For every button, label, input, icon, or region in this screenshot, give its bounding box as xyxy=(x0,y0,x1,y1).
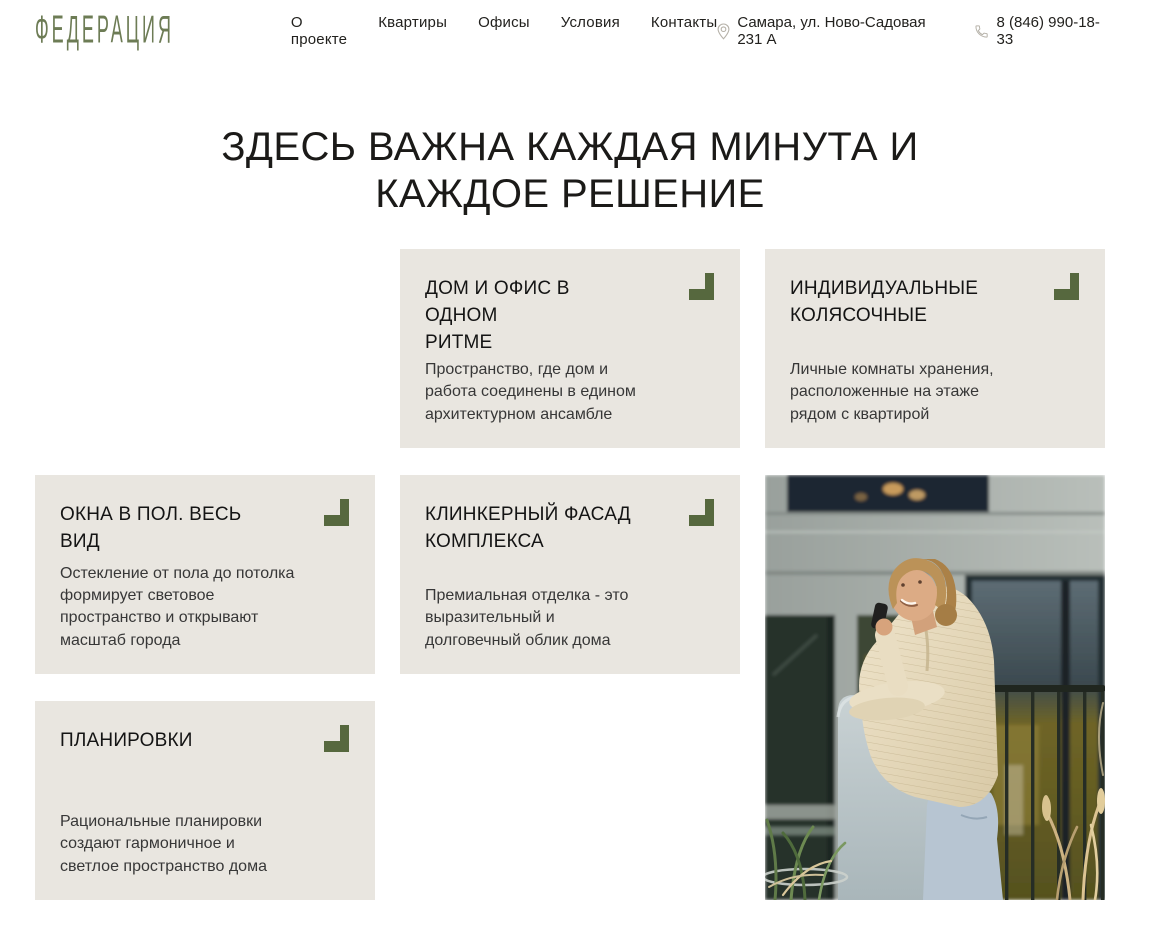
main-nav: О проекте Квартиры Офисы Условия Контакт… xyxy=(291,14,717,48)
corner-arrow-icon[interactable] xyxy=(324,498,349,526)
nav-item-terms[interactable]: Условия xyxy=(561,14,620,48)
card-title: ИНДИВИДУАЛЬНЫЕ КОЛЯСОЧНЫЕ xyxy=(790,277,979,326)
corner-arrow-icon[interactable] xyxy=(324,724,349,752)
site-header: ФЕДЕРАЦИЯ О проекте Квартиры Офисы Услов… xyxy=(35,0,1105,52)
card-title: ОКНА В ПОЛ. ВЕСЬ ВИД xyxy=(60,503,242,552)
card-text: Пространство, где дом и работа соединены… xyxy=(425,361,636,423)
card-text: Рациональные планировки создают гармонич… xyxy=(60,813,267,875)
main-content: ЗДЕСЬ ВАЖНА КАЖДАЯ МИНУТА И КАЖДОЕ РЕШЕН… xyxy=(35,124,1105,926)
card-title: ПЛАНИРОВКИ xyxy=(60,729,193,751)
corner-arrow-icon[interactable] xyxy=(689,272,714,300)
location-pin-icon xyxy=(717,22,730,40)
corner-arrow-icon[interactable] xyxy=(689,498,714,526)
card-text: Остекление от пола до потолка формирует … xyxy=(60,565,295,649)
header-contacts: Самара, ул. Ново-Садовая 231 А 8 (846) 9… xyxy=(717,14,1105,48)
nav-item-apartments[interactable]: Квартиры xyxy=(378,14,447,48)
nav-item-contacts[interactable]: Контакты xyxy=(651,14,717,48)
page-title: ЗДЕСЬ ВАЖНА КАЖДАЯ МИНУТА И КАЖДОЕ РЕШЕН… xyxy=(221,125,919,216)
header-phone-text: 8 (846) 990-18-33 xyxy=(996,14,1100,48)
card-dom-i-ofis[interactable]: ДОМ И ОФИС В ОДНОМ РИТМЕ Пространство, г… xyxy=(400,248,740,448)
card-text: Личные комнаты хранения, расположенные н… xyxy=(790,361,994,423)
card-text: Премиальная отделка - это выразительный … xyxy=(425,587,629,649)
header-address-text: Самара, ул. Ново-Садовая 231 А xyxy=(737,14,926,48)
logo[interactable]: ФЕДЕРАЦИЯ xyxy=(35,9,249,52)
features-grid: ДОМ И ОФИС В ОДНОМ РИТМЕ Пространство, г… xyxy=(35,248,1105,926)
card-planirovki[interactable]: ПЛАНИРОВКИ Рациональные планировки созда… xyxy=(35,700,375,900)
nav-item-offices[interactable]: Офисы xyxy=(478,14,530,48)
card-title: КЛИНКЕРНЫЙ ФАСАД КОМПЛЕКСА xyxy=(425,503,631,552)
card-okna-v-pol[interactable]: ОКНА В ПОЛ. ВЕСЬ ВИД Остекление от пола … xyxy=(35,474,375,674)
nav-item-about[interactable]: О проекте xyxy=(291,14,347,48)
logo-text: ФЕДЕРАЦИЯ xyxy=(35,8,174,52)
corner-arrow-icon[interactable] xyxy=(1054,272,1079,300)
header-address: Самара, ул. Ново-Садовая 231 А xyxy=(717,14,948,48)
card-klinkerny-fasad[interactable]: КЛИНКЕРНЫЙ ФАСАД КОМПЛЕКСА Премиальная о… xyxy=(400,474,740,674)
phone-icon xyxy=(974,24,989,39)
card-title: ДОМ И ОФИС В ОДНОМ РИТМЕ xyxy=(425,277,570,353)
feature-photo xyxy=(765,474,1105,900)
header-phone[interactable]: 8 (846) 990-18-33 xyxy=(974,14,1105,48)
card-individualnye-kolyasochnye[interactable]: ИНДИВИДУАЛЬНЫЕ КОЛЯСОЧНЫЕ Личные комнаты… xyxy=(765,248,1105,448)
woman-on-phone-illustration xyxy=(765,474,1105,900)
